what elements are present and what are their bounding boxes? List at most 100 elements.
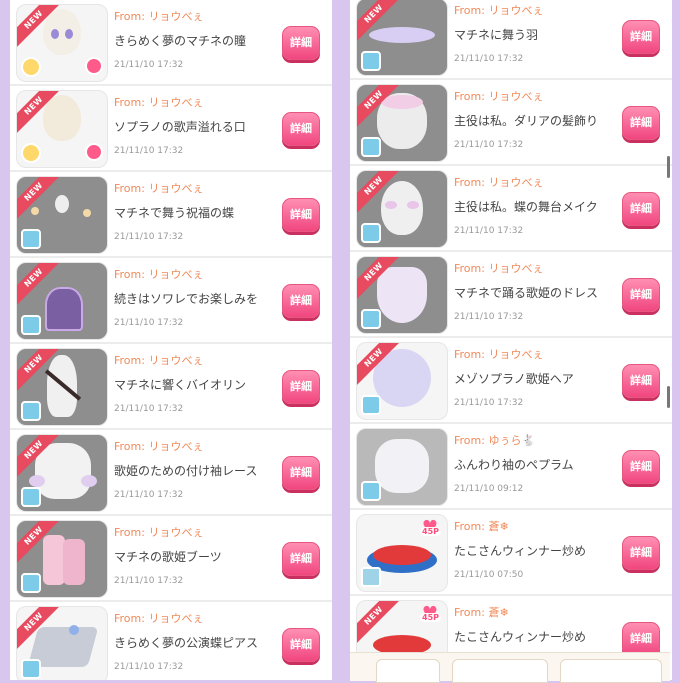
- list-item: NEW From: リョウべぇ メゾソプラノ歌姫ヘア 21/11/10 17:3…: [350, 338, 672, 424]
- sender-label: From: 蒼❄: [454, 520, 509, 533]
- details-button[interactable]: 詳細: [622, 364, 660, 398]
- details-button[interactable]: 詳細: [622, 278, 660, 312]
- shirt-category-icon: [21, 487, 41, 507]
- details-button[interactable]: 詳細: [282, 370, 320, 404]
- item-title: マチネに舞う羽: [454, 28, 539, 42]
- item-image: [43, 9, 81, 55]
- timestamp: 21/11/10 17:32: [114, 576, 184, 586]
- details-button[interactable]: 詳細: [282, 198, 320, 232]
- tab-item[interactable]: [452, 659, 548, 683]
- item-thumbnail: NEW: [16, 434, 108, 512]
- sender-label: From: 蒼❄: [454, 606, 509, 619]
- basket-shape: [45, 287, 83, 331]
- butterfly-shape: [69, 625, 79, 635]
- item-thumbnail: NEW: [16, 606, 108, 680]
- details-button[interactable]: 詳細: [282, 26, 320, 60]
- list-item: From: ゆぅら🐇 ふんわり袖のペプラム 21/11/10 09:12 詳細: [350, 424, 672, 510]
- boot-shape: [43, 535, 65, 585]
- sender-label: From: リョウべぇ: [454, 348, 544, 361]
- shirt-category-icon: [361, 51, 381, 71]
- item-title: 続きはソワレでお楽しみを: [114, 292, 259, 306]
- sender-label: From: リョウべぇ: [454, 4, 544, 17]
- timestamp: 21/11/10 17:32: [114, 232, 184, 242]
- timestamp: 21/11/10 17:32: [114, 490, 184, 500]
- list-item: NEW From: リョウべぇ きらめく夢の公演蝶ピアス 21/11/10 17…: [10, 602, 332, 680]
- item-thumbnail: NEW: [356, 342, 448, 420]
- list-item: NEW From: リョウべぇ マチネで舞う祝福の蝶 21/11/10 17:3…: [10, 172, 332, 258]
- butterfly-shape: [31, 207, 39, 215]
- points-badge: 45P: [420, 613, 441, 622]
- shirt-category-icon: [361, 481, 381, 501]
- list-item: NEW From: リョウべぇ 続きはソワレでお楽しみを 21/11/10 17…: [10, 258, 332, 344]
- details-button[interactable]: 詳細: [622, 622, 660, 656]
- sender-label: From: リョウべぇ: [114, 526, 204, 539]
- sender-label: From: リョウべぇ: [454, 176, 544, 189]
- gift-list-left[interactable]: NEW From: リョウべぇ きらめく夢のマチネの瞳 21/11/10 17:…: [10, 0, 332, 680]
- shirt-category-icon: [361, 309, 381, 329]
- points-badge: 45P: [420, 527, 441, 536]
- timestamp: 21/11/10 07:50: [454, 570, 524, 580]
- sender-label: From: リョウべぇ: [454, 262, 544, 275]
- list-item: NEW From: リョウべぇ ソプラノの歌声溢れる口 21/11/10 17:…: [10, 86, 332, 172]
- shirt-category-icon: [361, 137, 381, 157]
- details-button[interactable]: 詳細: [622, 536, 660, 570]
- item-thumbnail: NEW: [16, 90, 108, 168]
- item-title: マチネで踊る歌姫のドレス: [454, 286, 599, 300]
- star-icon: [85, 143, 103, 161]
- shirt-category-icon: [361, 223, 381, 243]
- scrollbar-thumb[interactable]: [667, 386, 670, 408]
- peplum-shape: [375, 439, 429, 493]
- list-item: NEW From: リョウべぇ 歌姫のための付け袖レース 21/11/10 17…: [10, 430, 332, 516]
- tab-item[interactable]: [560, 659, 662, 683]
- item-thumbnail: NEW: [16, 262, 108, 340]
- item-image: [55, 195, 69, 213]
- item-title: きらめく夢のマチネの瞳: [114, 34, 247, 48]
- food-category-icon: [361, 567, 381, 587]
- item-thumbnail: [356, 428, 448, 506]
- item-title: 歌姫のための付け袖レース: [114, 464, 258, 478]
- star-icon: [85, 57, 103, 75]
- item-title: メゾソプラノ歌姫ヘア: [454, 372, 574, 386]
- list-item: NEW From: リョウべぇ マチネに響くバイオリン 21/11/10 17:…: [10, 344, 332, 430]
- details-button[interactable]: 詳細: [622, 192, 660, 226]
- item-title: マチネの歌姫ブーツ: [114, 550, 222, 564]
- item-title: たこさんウィンナー炒め: [454, 544, 587, 558]
- details-button[interactable]: 詳細: [622, 450, 660, 484]
- shirt-category-icon: [21, 401, 41, 421]
- details-button[interactable]: 詳細: [282, 542, 320, 576]
- item-thumbnail: NEW: [356, 84, 448, 162]
- bottom-tab-bar: [350, 652, 670, 683]
- timestamp: 21/11/10 17:32: [454, 226, 524, 236]
- details-button[interactable]: 詳細: [282, 284, 320, 318]
- details-button[interactable]: 詳細: [622, 20, 660, 54]
- shirt-category-icon: [361, 395, 381, 415]
- timestamp: 21/11/10 17:32: [114, 146, 184, 156]
- butterfly-shape: [83, 209, 91, 217]
- sender-label: From: リョウべぇ: [114, 440, 204, 453]
- item-image: [43, 95, 81, 141]
- sender-label: From: リョウべぇ: [114, 96, 204, 109]
- list-item: NEW From: リョウべぇ マチネに舞う羽 21/11/10 17:32 詳…: [350, 0, 672, 80]
- makeup-shape: [407, 201, 419, 209]
- details-button[interactable]: 詳細: [282, 112, 320, 146]
- item-title: きらめく夢の公演蝶ピアス: [114, 636, 259, 650]
- item-thumbnail: ♥ 45P: [356, 514, 448, 592]
- timestamp: 21/11/10 17:32: [454, 140, 524, 150]
- list-item: NEW From: リョウべぇ きらめく夢のマチネの瞳 21/11/10 17:…: [10, 0, 332, 86]
- face-category-icon: [21, 57, 41, 77]
- lace-shape: [81, 475, 97, 487]
- food-shape: [373, 545, 431, 565]
- details-button[interactable]: 詳細: [282, 628, 320, 662]
- scrollbar-thumb[interactable]: [667, 156, 670, 178]
- lace-shape: [29, 475, 45, 487]
- details-button[interactable]: 詳細: [622, 106, 660, 140]
- details-button[interactable]: 詳細: [282, 456, 320, 490]
- gift-list-right[interactable]: NEW From: リョウべぇ マチネに舞う羽 21/11/10 17:32 詳…: [350, 0, 672, 680]
- list-item: NEW From: リョウべぇ 主役は私。ダリアの髪飾り 21/11/10 17…: [350, 80, 672, 166]
- timestamp: 21/11/10 17:32: [454, 54, 524, 64]
- item-thumbnail: NEW: [356, 256, 448, 334]
- sender-label: From: リョウべぇ: [114, 182, 204, 195]
- tab-item[interactable]: [376, 659, 440, 683]
- list-item: ♥ 45P From: 蒼❄ たこさんウィンナー炒め 21/11/10 07:5…: [350, 510, 672, 596]
- list-item: NEW From: リョウべぇ 主役は私。蝶の舞台メイク 21/11/10 17…: [350, 166, 672, 252]
